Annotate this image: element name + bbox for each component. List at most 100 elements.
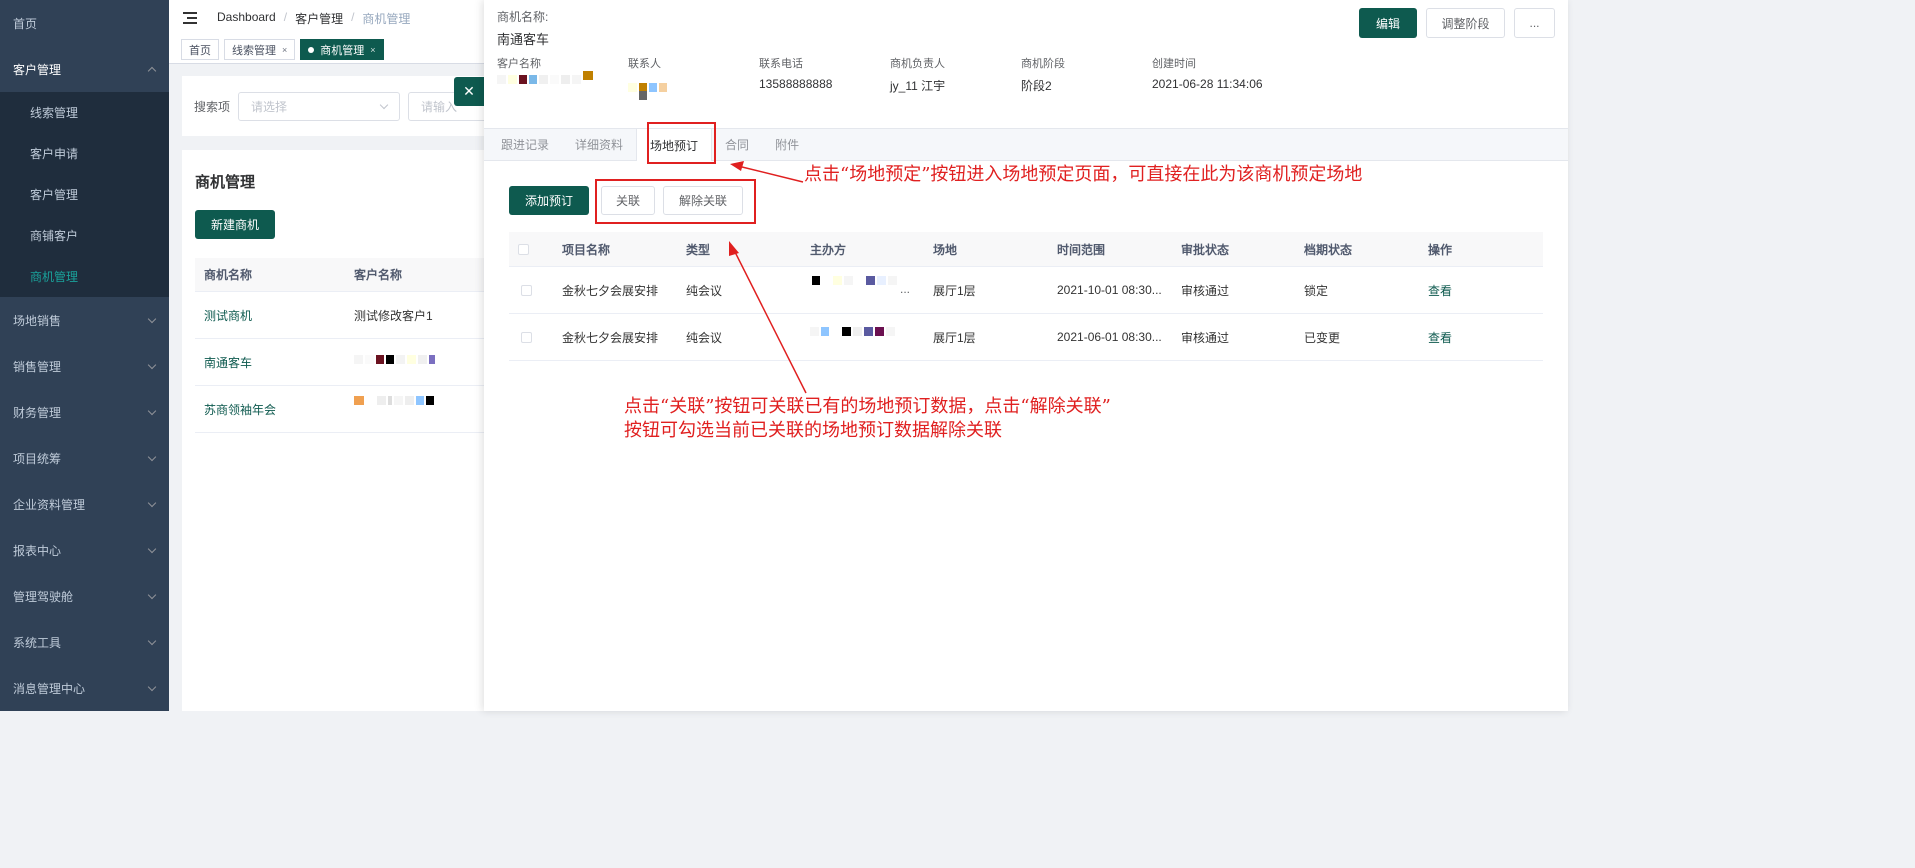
customer-value-redacted bbox=[497, 71, 593, 84]
view-link[interactable]: 查看 bbox=[1428, 329, 1518, 346]
time-range: 2021-06-01 08:30... bbox=[1057, 330, 1162, 344]
row-checkbox[interactable] bbox=[521, 331, 532, 343]
close-icon[interactable]: × bbox=[370, 45, 375, 55]
select-all-cell bbox=[509, 243, 562, 255]
type: 纯会议 bbox=[686, 330, 723, 345]
row-select-cell bbox=[509, 331, 562, 343]
phone-label: 联系电话 bbox=[759, 58, 803, 70]
organizer-redacted: ... bbox=[810, 276, 933, 298]
search-field-select[interactable]: 请选择 bbox=[238, 91, 401, 121]
table-row[interactable]: 测试商机 测试修改客户1 bbox=[195, 292, 512, 339]
owner-label: 商机负责人 bbox=[890, 58, 945, 70]
select-all-checkbox[interactable] bbox=[518, 243, 529, 255]
approval-status: 审核通过 bbox=[1181, 330, 1230, 345]
tag-opportunity[interactable]: 商机管理 × bbox=[300, 39, 384, 60]
close-drawer-button[interactable]: ✕ bbox=[454, 77, 484, 106]
active-dot-icon bbox=[308, 46, 315, 53]
add-booking-button[interactable]: 添加预订 bbox=[509, 186, 589, 215]
menu-venue-sales[interactable]: 场地销售 bbox=[0, 297, 169, 343]
tag-label: 线索管理 bbox=[232, 44, 276, 57]
opportunity-list-card: 商机管理 新建商机 商机名称 客户名称 测试商机 测试修改客户1 南通客车 苏商… bbox=[182, 150, 512, 711]
sidebar-item-opportunity[interactable]: 商机管理 bbox=[0, 256, 169, 297]
annotation-link-note-2: 按钮可勾选当前已关联的场地预订数据解除关联 bbox=[624, 420, 1002, 441]
phone-value: 13588888888 bbox=[759, 77, 833, 91]
row-checkbox[interactable] bbox=[521, 284, 532, 296]
tab-contract[interactable]: 合同 bbox=[712, 129, 762, 160]
close-icon[interactable]: × bbox=[282, 45, 287, 55]
tag-home[interactable]: 首页 bbox=[181, 39, 219, 60]
stage-value: 阶段2 bbox=[1021, 79, 1052, 93]
sidebar-item-customer-apply[interactable]: 客户申请 bbox=[0, 133, 169, 174]
venue: 展厅1层 bbox=[933, 283, 976, 298]
menu-finance[interactable]: 财务管理 bbox=[0, 389, 169, 435]
new-opportunity-button[interactable]: 新建商机 bbox=[195, 210, 275, 239]
chevron-down-icon bbox=[147, 590, 157, 599]
menu-system-tools[interactable]: 系统工具 bbox=[0, 619, 169, 665]
project-name: 金秋七夕会展安排 bbox=[562, 283, 659, 298]
menu-label: 系统工具 bbox=[13, 635, 62, 650]
hamburger-icon[interactable] bbox=[183, 12, 197, 24]
chevron-down-icon bbox=[379, 100, 389, 109]
opportunity-link[interactable]: 南通客车 bbox=[195, 354, 354, 371]
project-name: 金秋七夕会展安排 bbox=[562, 330, 659, 345]
chevron-down-icon bbox=[147, 544, 157, 553]
sidebar-item-leads[interactable]: 线索管理 bbox=[0, 92, 169, 133]
header-cell: 类型 bbox=[686, 242, 711, 257]
edit-button[interactable]: 编辑 bbox=[1359, 8, 1417, 38]
table-row[interactable]: 金秋七夕会展安排 纯会议 ... 展厅1层 2021-10-01 08:30..… bbox=[509, 267, 1543, 314]
owner-value: jy_11 江宇 bbox=[890, 79, 946, 93]
tab-details[interactable]: 详细资料 bbox=[562, 129, 636, 160]
tag-leads[interactable]: 线索管理 × bbox=[224, 39, 296, 60]
stage-label: 商机阶段 bbox=[1021, 58, 1065, 70]
more-button[interactable]: ... bbox=[1514, 8, 1555, 38]
chevron-down-icon bbox=[147, 636, 157, 645]
close-icon: ✕ bbox=[463, 83, 475, 99]
chevron-down-icon bbox=[147, 360, 157, 369]
menu-report[interactable]: 报表中心 bbox=[0, 527, 169, 573]
sidebar-item-shop-customer[interactable]: 商铺客户 bbox=[0, 215, 169, 256]
schedule-status: 锁定 bbox=[1304, 283, 1329, 298]
menu-home[interactable]: 首页 bbox=[0, 0, 169, 46]
type: 纯会议 bbox=[686, 283, 723, 298]
sidebar-item-customer-manage[interactable]: 客户管理 bbox=[0, 174, 169, 215]
menu-message[interactable]: 消息管理中心 bbox=[0, 665, 169, 711]
breadcrumb-item[interactable]: Dashboard bbox=[217, 10, 276, 27]
menu-customer[interactable]: 客户管理 bbox=[0, 46, 169, 92]
opportunity-link[interactable]: 测试商机 bbox=[195, 307, 354, 324]
chevron-down-icon bbox=[147, 452, 157, 461]
menu-label: 财务管理 bbox=[13, 405, 62, 420]
menu-label: 企业资料管理 bbox=[13, 497, 86, 512]
breadcrumb: Dashboard / 客户管理 / 商机管理 bbox=[217, 10, 410, 27]
breadcrumb-separator: / bbox=[351, 9, 355, 24]
annotation-box-tab bbox=[647, 122, 716, 164]
table-header: 项目名称 类型 主办方 场地 时间范围 审批状态 档期状态 操作 bbox=[509, 232, 1543, 267]
detail-header: 商机名称: 南通客车 编辑 调整阶段 ... 客户名称 联系人 联系电话 商机负… bbox=[484, 0, 1568, 128]
table-row[interactable]: 南通客车 bbox=[195, 339, 512, 386]
header-cell: 档期状态 bbox=[1304, 242, 1353, 257]
menu-enterprise[interactable]: 企业资料管理 bbox=[0, 481, 169, 527]
menu-sales[interactable]: 销售管理 bbox=[0, 343, 169, 389]
created-label: 创建时间 bbox=[1152, 58, 1196, 70]
menu-label: 场地销售 bbox=[13, 313, 62, 328]
header-cell: 项目名称 bbox=[562, 242, 611, 257]
created-value: 2021-06-28 11:34:06 bbox=[1152, 77, 1263, 91]
annotation-link-note-1: 点击“关联”按钮可关联已有的场地预订数据，点击“解除关联” bbox=[624, 396, 1111, 417]
schedule-status: 已变更 bbox=[1304, 330, 1341, 345]
contact-value-redacted bbox=[628, 75, 667, 100]
tab-attachments[interactable]: 附件 bbox=[762, 129, 812, 160]
menu-cockpit[interactable]: 管理驾驶舱 bbox=[0, 573, 169, 619]
view-link[interactable]: 查看 bbox=[1428, 282, 1518, 299]
menu-project[interactable]: 项目统筹 bbox=[0, 435, 169, 481]
tab-follow-up[interactable]: 跟进记录 bbox=[488, 129, 562, 160]
header-cell: 时间范围 bbox=[1057, 242, 1106, 257]
menu-label: 客户管理 bbox=[13, 62, 62, 77]
opportunity-link[interactable]: 苏商领袖年会 bbox=[195, 401, 354, 418]
opportunity-detail-drawer: 商机名称: 南通客车 编辑 调整阶段 ... 客户名称 联系人 联系电话 商机负… bbox=[484, 0, 1568, 711]
annotation-box-buttons bbox=[595, 179, 756, 224]
breadcrumb-item[interactable]: 客户管理 bbox=[295, 10, 343, 27]
table-row[interactable]: 金秋七夕会展安排 纯会议 展厅1层 2021-06-01 08:30... 审核… bbox=[509, 314, 1543, 361]
adjust-stage-button[interactable]: 调整阶段 bbox=[1426, 8, 1505, 38]
breadcrumb-current: 商机管理 bbox=[362, 11, 411, 26]
table-row[interactable]: 苏商领袖年会 bbox=[195, 386, 512, 433]
table-header: 商机名称 客户名称 bbox=[195, 258, 512, 292]
